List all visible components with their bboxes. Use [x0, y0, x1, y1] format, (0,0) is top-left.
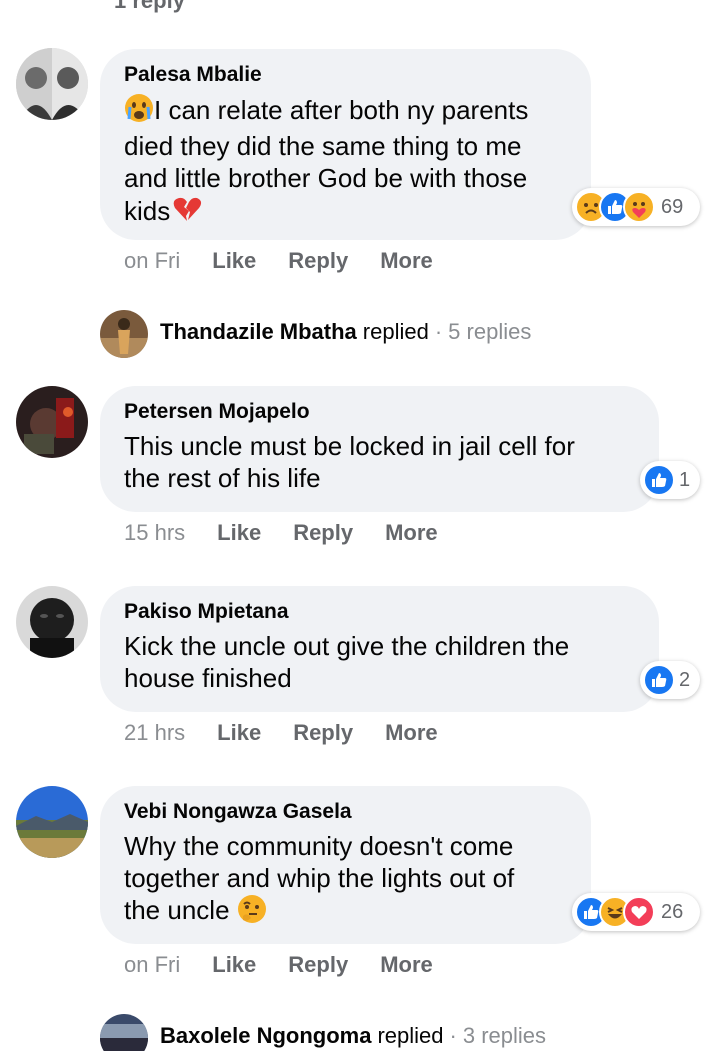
reaction-count: 2 — [679, 668, 691, 691]
comment-author[interactable]: Pakiso Mpietana — [124, 600, 635, 624]
view-replies-link[interactable]: 1 reply — [114, 0, 185, 14]
avatar[interactable] — [100, 1014, 148, 1051]
comment-line: house finished — [124, 663, 292, 693]
comment-line: kids — [124, 196, 171, 226]
reaction-summary[interactable]: 26 — [572, 893, 700, 931]
comment-text: This uncle must be locked in jail cell f… — [124, 430, 635, 494]
reaction-summary[interactable]: 2 — [640, 661, 700, 699]
reply-button[interactable]: Reply — [288, 248, 348, 274]
avatar-photo — [16, 386, 88, 458]
comment-bubble: Petersen Mojapelo This uncle must be loc… — [100, 386, 659, 512]
comment-time[interactable]: on Fri — [124, 952, 180, 978]
reply-button[interactable]: Reply — [293, 520, 353, 546]
comment-line: the rest of his life — [124, 463, 321, 493]
comment-time[interactable]: 21 hrs — [124, 720, 185, 746]
reply-count[interactable]: 5 replies — [448, 319, 531, 345]
comment-line: Why the community doesn't come — [124, 831, 514, 861]
comment-time[interactable]: on Fri — [124, 248, 180, 274]
like-button[interactable]: Like — [217, 520, 261, 546]
comments-page: 1 reply Palesa Mbalie I can relate after… — [0, 0, 720, 1051]
love-reaction-icon — [623, 896, 655, 928]
avatar-photo — [16, 786, 88, 858]
thinking-face-icon — [237, 894, 267, 931]
more-button[interactable]: More — [385, 720, 438, 746]
reaction-count: 1 — [679, 468, 691, 491]
comment-time[interactable]: 15 hrs — [124, 520, 185, 546]
avatar[interactable] — [16, 386, 88, 458]
reaction-count: 69 — [661, 195, 684, 218]
comment-author[interactable]: Petersen Mojapelo — [124, 400, 635, 424]
crying-face-icon — [124, 93, 154, 130]
avatar-photo — [16, 586, 88, 658]
comment-text: Kick the uncle out give the children the… — [124, 630, 635, 694]
like-button[interactable]: Like — [217, 720, 261, 746]
comment-text: I can relate after both ny parents died … — [124, 93, 567, 231]
comment-line: the uncle — [124, 895, 230, 925]
reaction-summary[interactable]: 69 — [572, 188, 700, 226]
comment-text: Why the community doesn't come together … — [124, 830, 567, 931]
comment-bubble: Vebi Nongawza Gasela Why the community d… — [100, 786, 591, 944]
avatar[interactable] — [16, 48, 88, 120]
comment-actions: 15 hrs Like Reply More — [124, 520, 438, 546]
like-button[interactable]: Like — [212, 248, 256, 274]
reaction-summary[interactable]: 1 — [640, 461, 700, 499]
like-reaction-icon — [643, 464, 675, 496]
reply-count[interactable]: 3 replies — [463, 1023, 546, 1049]
avatar[interactable] — [16, 786, 88, 858]
replied-label: replied — [377, 1023, 444, 1048]
care-reaction-icon — [623, 191, 655, 223]
avatar[interactable] — [100, 310, 148, 358]
comment-line: and little brother God be with those — [124, 163, 528, 193]
reply-author[interactable]: Baxolele Ngongoma — [160, 1023, 371, 1049]
like-button[interactable]: Like — [212, 952, 256, 978]
reply-button[interactable]: Reply — [288, 952, 348, 978]
comment-bubble: Pakiso Mpietana Kick the uncle out give … — [100, 586, 659, 712]
broken-heart-icon — [172, 194, 202, 231]
reply-button[interactable]: Reply — [293, 720, 353, 746]
comment-author[interactable]: Vebi Nongawza Gasela — [124, 800, 567, 824]
avatar-photo — [16, 48, 88, 120]
comment-line: I can relate after both ny parents — [154, 95, 529, 125]
comment-line: together and whip the lights out of — [124, 863, 515, 893]
like-reaction-icon — [643, 664, 675, 696]
replied-label: replied — [362, 319, 429, 344]
comment-author[interactable]: Palesa Mbalie — [124, 63, 567, 87]
comment-line: Kick the uncle out give the children the — [124, 631, 570, 661]
replies-summary[interactable]: Thandazile Mbatha replied · 5 replies — [160, 319, 531, 345]
reaction-count: 26 — [661, 900, 684, 923]
comment-line: died they did the same thing to me — [124, 131, 522, 161]
replies-summary[interactable]: Baxolele Ngongoma replied · 3 replies — [160, 1023, 546, 1049]
separator-dot: · — [449, 1023, 457, 1048]
more-button[interactable]: More — [380, 248, 433, 274]
reply-author[interactable]: Thandazile Mbatha — [160, 319, 357, 345]
avatar[interactable] — [16, 586, 88, 658]
separator-dot: · — [434, 319, 443, 344]
avatar-photo — [100, 1014, 148, 1051]
comment-line: This uncle must be locked in jail cell f… — [124, 431, 575, 461]
comment-actions: on Fri Like Reply More — [124, 952, 433, 978]
comment-bubble: Palesa Mbalie I can relate after both ny… — [100, 49, 591, 240]
comment-actions: on Fri Like Reply More — [124, 248, 433, 274]
comment-actions: 21 hrs Like Reply More — [124, 720, 438, 746]
more-button[interactable]: More — [380, 952, 433, 978]
avatar-photo — [100, 310, 148, 358]
more-button[interactable]: More — [385, 520, 438, 546]
